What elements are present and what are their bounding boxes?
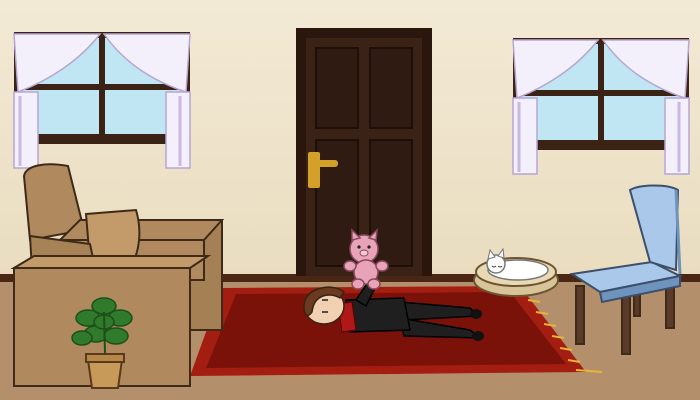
room-scene bbox=[0, 0, 700, 400]
room-svg bbox=[0, 0, 700, 400]
